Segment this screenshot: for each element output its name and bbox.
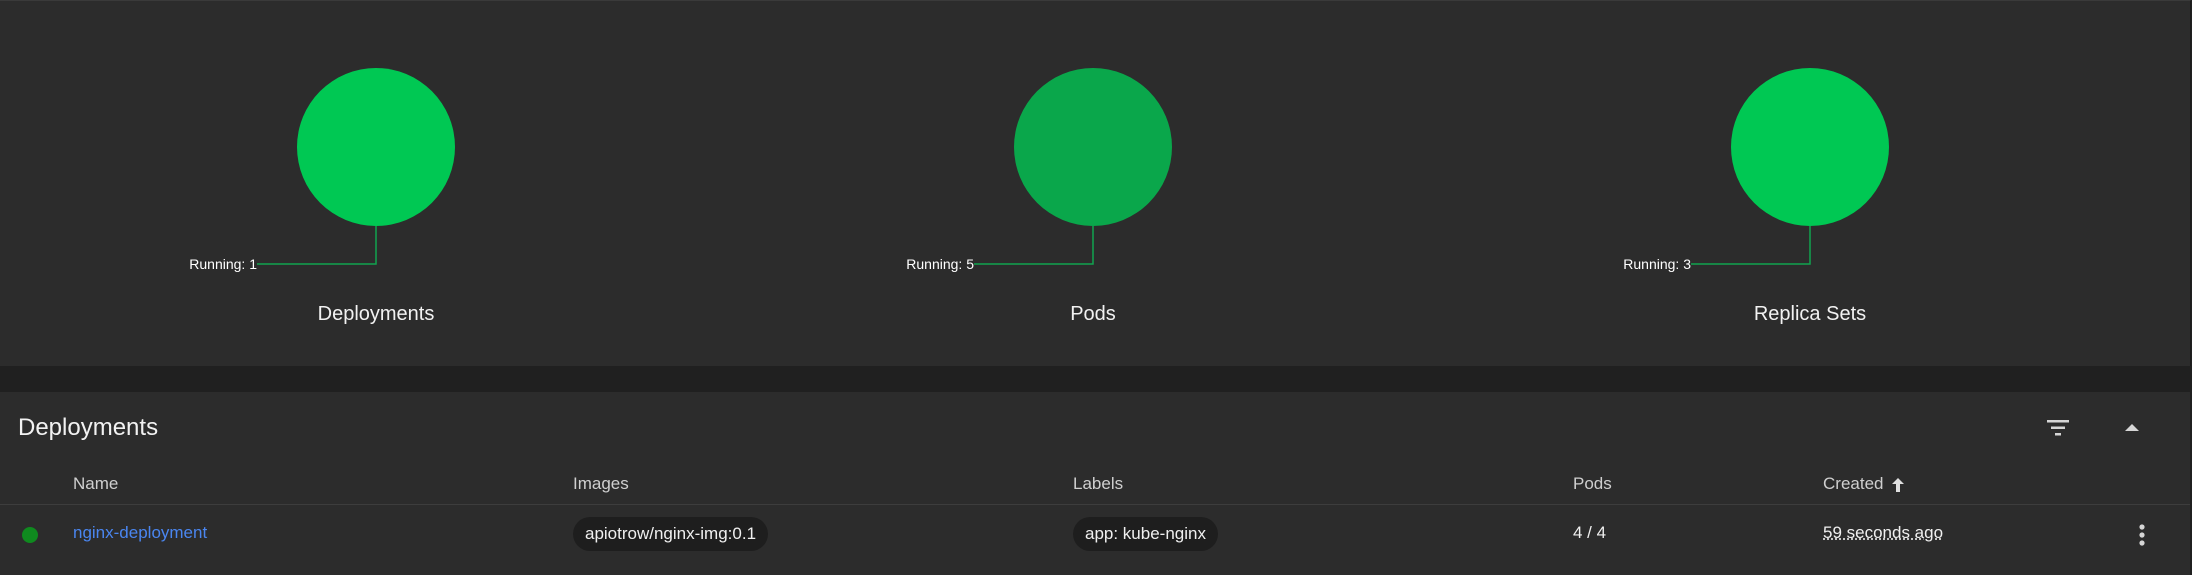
column-header-labels: Labels	[1073, 474, 1124, 493]
pods-label-leader	[974, 226, 1094, 265]
pods-count: 4 / 4	[1573, 523, 1607, 542]
deployments-card-header: Deployments	[0, 392, 2190, 464]
replica-sets-running-label: Running: 3	[1623, 256, 1691, 272]
column-header-images: Images	[573, 474, 629, 493]
pods-chart-title: Pods	[1070, 303, 1116, 325]
deployments-status-chart: Running: 1 Deployments	[126, 1, 626, 366]
pods-running-slice	[1014, 68, 1172, 226]
running-status-icon	[22, 527, 38, 543]
collapse-button[interactable]	[2114, 410, 2150, 446]
label-chip: app: kube-nginx	[1073, 517, 1218, 551]
deployments-card-title: Deployments	[18, 414, 159, 441]
replica-sets-label-leader	[1691, 226, 1811, 265]
replica-sets-chart-title: Replica Sets	[1753, 303, 1867, 325]
arrow-up-icon	[1892, 477, 1905, 492]
image-chip: apiotrow/nginx-img:0.1	[573, 517, 769, 551]
deployments-label-leader	[257, 226, 377, 265]
column-header-created-wrap[interactable]: Created	[1823, 474, 1905, 494]
chevron-up-icon	[2125, 424, 2139, 431]
filter-button[interactable]	[2040, 410, 2076, 446]
deployments-card: Deployments Name Images Labels Pods Crea…	[0, 392, 2190, 575]
deployments-running-label: Running: 1	[189, 256, 257, 272]
table-header-row: Name Images Labels Pods Created	[0, 464, 2190, 505]
deployments-chart-title: Deployments	[317, 303, 435, 325]
replica-sets-status-chart: Running: 3 Replica Sets	[1560, 1, 2060, 366]
column-header-created[interactable]: Created	[1823, 474, 1883, 493]
pods-status-chart: Running: 5 Pods	[843, 1, 1343, 366]
deployments-running-slice	[297, 68, 455, 226]
table-row: nginx-deployment apiotrow/nginx-img:0.1 …	[0, 505, 2190, 563]
column-header-name[interactable]: Name	[73, 474, 118, 494]
created-age: 59 seconds ago	[1823, 523, 1944, 542]
row-actions-button[interactable]	[2130, 517, 2154, 553]
pods-running-label: Running: 5	[906, 256, 974, 272]
more-vert-icon	[2139, 524, 2145, 546]
deployment-name-link[interactable]: nginx-deployment	[73, 523, 207, 543]
filter-icon	[2047, 420, 2069, 436]
workload-status-card: Running: 1 Deployments Running: 5 Pods R…	[0, 0, 2191, 366]
replica-sets-running-slice	[1731, 68, 1889, 226]
column-header-pods: Pods	[1573, 474, 1612, 493]
